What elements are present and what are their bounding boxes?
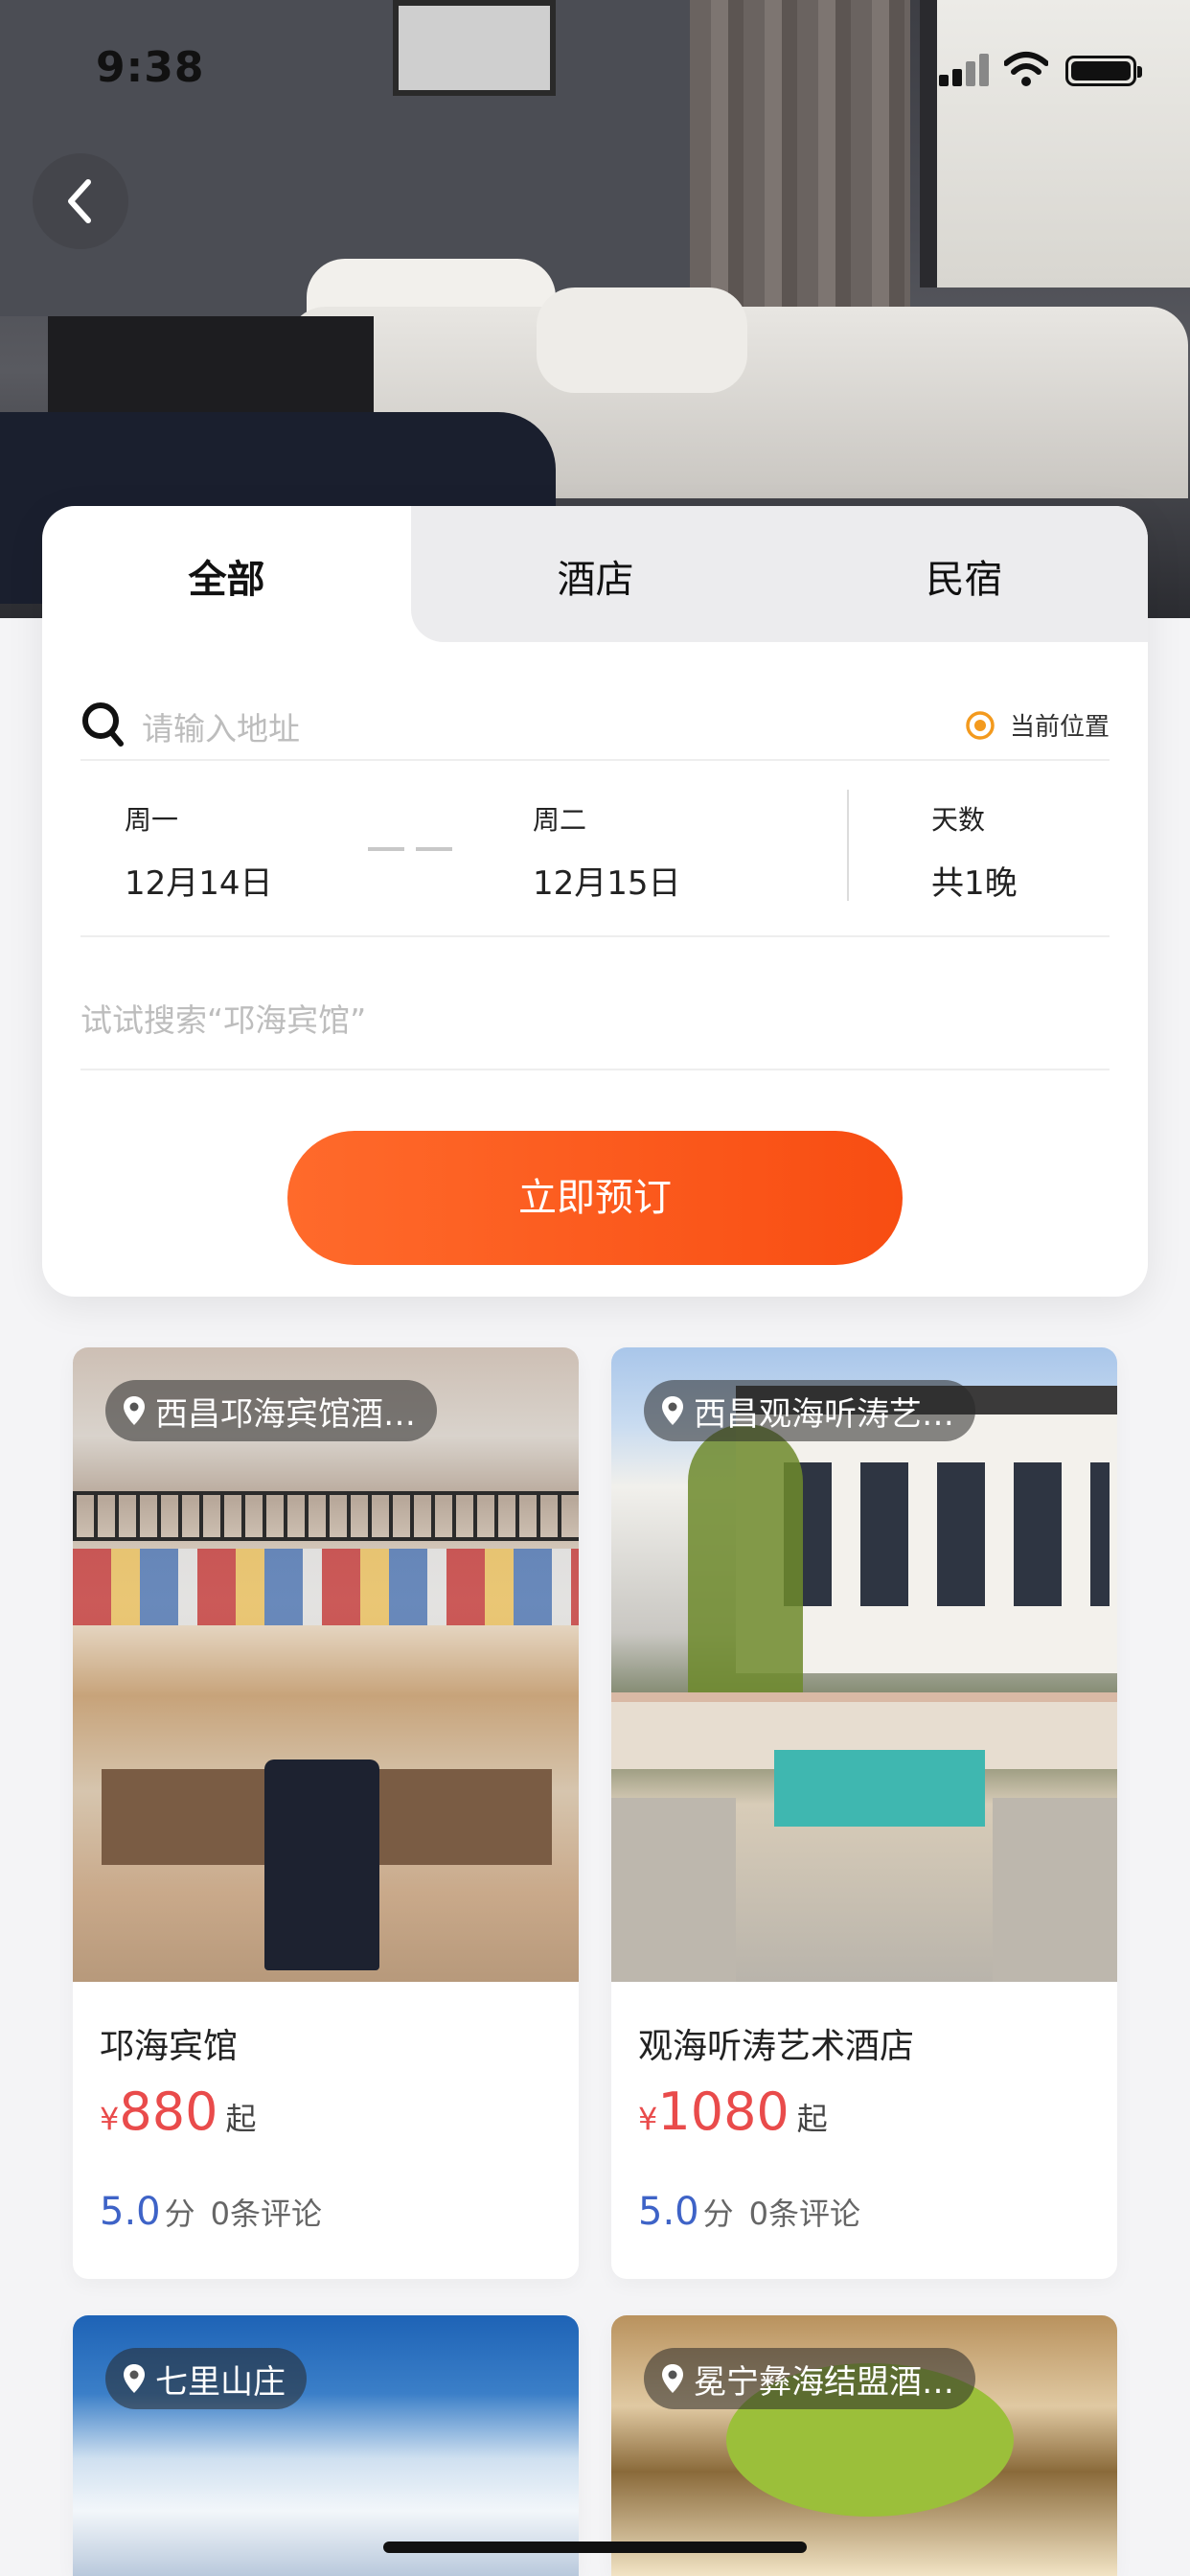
hotel-name: 观海听涛艺术酒店	[638, 2027, 915, 2066]
keyword-search-input[interactable]: 试试搜索“邛海宾馆”	[80, 995, 366, 1041]
location-tag: 冕宁彝海结盟酒…	[644, 2348, 975, 2409]
tab-all[interactable]: 全部	[42, 548, 411, 604]
vertical-divider	[847, 790, 849, 901]
cellular-signal-icon	[939, 54, 993, 86]
hotel-card[interactable]: 西昌观海听涛艺… 观海听涛艺术酒店 ¥ 1080 起 5.0 分 0条评论	[611, 1347, 1117, 2279]
price-currency: ¥	[638, 2101, 658, 2137]
category-tabs: 全部 酒店 民宿	[42, 506, 1148, 642]
price-suffix: 起	[225, 2101, 257, 2137]
date-range-dash	[368, 847, 454, 851]
hotel-price: ¥ 1080 起	[638, 2082, 1098, 2142]
rating-score: 5.0	[638, 2190, 699, 2234]
review-count: 0条评论	[210, 2196, 323, 2232]
hotel-card[interactable]: 七里山庄	[73, 2315, 579, 2576]
date-selector[interactable]: 周一 12月14日 周二 12月15日 天数 共1晚	[80, 761, 1110, 935]
hotel-photo	[73, 1347, 579, 1982]
location-pin-icon	[662, 2364, 683, 2393]
nights-value: 共1晚	[931, 864, 1018, 903]
location-pin-icon	[124, 1396, 145, 1425]
price-amount: 880	[119, 2082, 218, 2142]
hotel-photo	[611, 1347, 1117, 1982]
rating-unit: 分	[702, 2196, 734, 2232]
location-tag-text: 冕宁彝海结盟酒…	[694, 2362, 954, 2402]
checkout-weekday: 周二	[533, 804, 587, 836]
location-tag: 七里山庄	[105, 2348, 307, 2409]
current-location-label: 当前位置	[1009, 713, 1110, 742]
price-currency: ¥	[100, 2101, 120, 2137]
price-amount: 1080	[657, 2082, 790, 2142]
address-input[interactable]: 请输入地址	[142, 703, 300, 749]
hotel-rating: 5.0 分 0条评论	[638, 2190, 1098, 2234]
current-location-button[interactable]: 当前位置	[964, 707, 1110, 743]
back-button[interactable]	[33, 153, 128, 249]
location-target-icon	[966, 710, 995, 740]
hotel-price: ¥ 880 起	[100, 2082, 560, 2142]
status-time: 9:38	[96, 43, 205, 92]
checkout-date-value: 12月15日	[533, 864, 681, 903]
hotel-rating: 5.0 分 0条评论	[100, 2190, 560, 2234]
home-indicator[interactable]	[383, 2542, 807, 2553]
rating-unit: 分	[164, 2196, 195, 2232]
location-tag: 西昌邛海宾馆酒…	[105, 1380, 437, 1441]
nights-label: 天数	[931, 804, 986, 836]
checkout-date[interactable]: 周二 12月15日	[533, 799, 681, 904]
tab-hotel[interactable]: 酒店	[411, 548, 780, 604]
checkin-weekday: 周一	[125, 804, 179, 836]
checkin-date[interactable]: 周一 12月14日	[125, 799, 273, 904]
booking-card: 全部 酒店 民宿 请输入地址 当前位置 周一 12月14日 周二 12月15日	[42, 506, 1148, 1297]
divider	[80, 1069, 1110, 1070]
location-tag-text: 七里山庄	[155, 2362, 286, 2402]
status-bar: 9:38	[0, 0, 1190, 134]
price-suffix: 起	[796, 2101, 828, 2137]
location-pin-icon	[124, 2364, 145, 2393]
nights-count: 天数 共1晚	[931, 799, 1018, 904]
tab-homestay[interactable]: 民宿	[780, 548, 1148, 604]
review-count: 0条评论	[748, 2196, 861, 2232]
chevron-left-icon	[68, 179, 91, 223]
hotel-card[interactable]: 西昌邛海宾馆酒… 邛海宾馆 ¥ 880 起 5.0 分 0条评论	[73, 1347, 579, 2279]
location-tag: 西昌观海听涛艺…	[644, 1380, 975, 1441]
search-icon	[82, 702, 124, 747]
checkin-date-value: 12月14日	[125, 864, 273, 903]
hotel-card[interactable]: 冕宁彝海结盟酒…	[611, 2315, 1117, 2576]
rating-score: 5.0	[100, 2190, 161, 2234]
location-tag-text: 西昌观海听涛艺…	[694, 1394, 954, 1434]
divider	[80, 935, 1110, 937]
wifi-icon	[1004, 52, 1048, 86]
address-search-row[interactable]: 请输入地址 当前位置	[80, 690, 1110, 759]
book-now-button[interactable]: 立即预订	[287, 1131, 903, 1265]
hotel-name: 邛海宾馆	[100, 2027, 239, 2066]
battery-icon	[1065, 56, 1142, 86]
location-tag-text: 西昌邛海宾馆酒…	[155, 1394, 416, 1434]
location-pin-icon	[662, 1396, 683, 1425]
